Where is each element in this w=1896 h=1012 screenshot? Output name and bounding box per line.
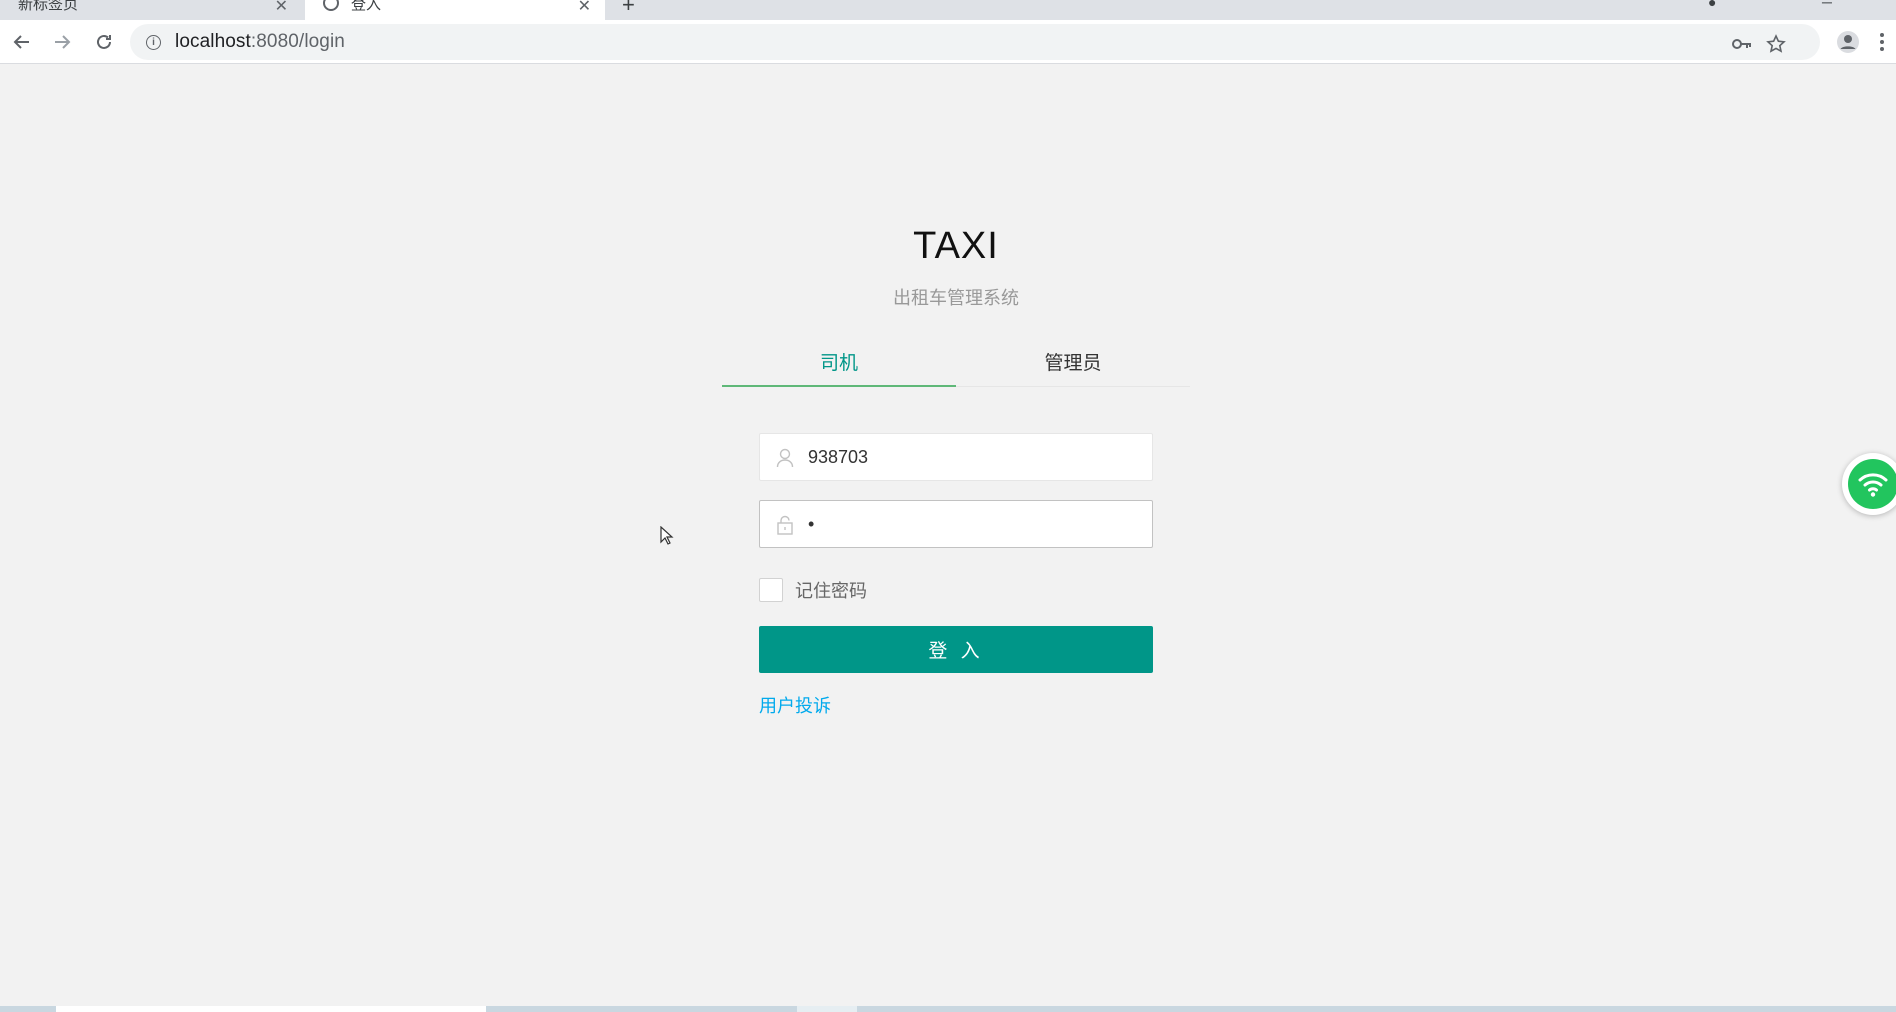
profile-icon	[1837, 31, 1859, 53]
browser-tabstrip: 新标签页 ✕ 登入 ✕ + ● ─	[0, 0, 1896, 20]
new-tab-button[interactable]: +	[622, 0, 635, 18]
close-icon[interactable]: ✕	[578, 0, 591, 16]
password-field[interactable]	[759, 500, 1153, 548]
star-icon[interactable]	[1764, 32, 1788, 56]
remember-password[interactable]: 记住密码	[759, 577, 867, 603]
browser-toolbar: i localhost:8080/login	[0, 20, 1896, 64]
login-page: TAXI 出租车管理系统 司机 管理员 记住密码 登 入 用户投诉	[0, 65, 1896, 1012]
arrow-left-icon	[13, 35, 29, 49]
browser-tab-new[interactable]: 新标签页 ✕	[0, 0, 302, 20]
minimize-icon[interactable]: ─	[1822, 0, 1832, 10]
url-host: localhost	[175, 31, 251, 52]
arrow-right-icon	[55, 35, 71, 49]
browser-menu-button[interactable]	[1868, 28, 1896, 56]
password-input[interactable]	[808, 501, 1142, 547]
browser-tab-login[interactable]: 登入 ✕	[305, 0, 605, 20]
username-input[interactable]	[808, 434, 1142, 480]
page-subtitle: 出租车管理系统	[893, 288, 1019, 308]
browser-tab-title: 登入	[351, 0, 382, 13]
floating-wifi-button[interactable]	[1842, 453, 1896, 515]
url-path: :8080/login	[250, 31, 345, 52]
key-icon[interactable]	[1730, 32, 1754, 56]
taskbar-segment	[56, 1006, 486, 1012]
remember-checkbox[interactable]	[759, 578, 783, 602]
browser-tab-title: 新标签页	[18, 0, 79, 13]
login-button[interactable]: 登 入	[759, 626, 1153, 673]
reload-icon	[97, 34, 111, 49]
remember-label[interactable]: 记住密码	[795, 577, 867, 603]
taskbar-segment	[797, 1006, 857, 1012]
username-field[interactable]	[759, 433, 1153, 481]
kebab-menu-icon	[1880, 33, 1884, 51]
mouse-pointer-icon	[660, 526, 674, 545]
back-button[interactable]	[8, 28, 36, 56]
account-icon[interactable]: ●	[1708, 0, 1716, 10]
user-icon	[776, 448, 794, 468]
wifi-icon	[1848, 459, 1896, 509]
user-complaint-link[interactable]: 用户投诉	[759, 692, 831, 718]
info-icon[interactable]: i	[146, 34, 161, 50]
reload-button[interactable]	[90, 28, 118, 56]
address-bar[interactable]: i localhost:8080/login	[130, 24, 1820, 60]
active-tab-indicator	[722, 385, 956, 387]
forward-button[interactable]	[48, 28, 76, 56]
close-icon[interactable]: ✕	[275, 0, 288, 16]
lock-icon	[777, 515, 793, 535]
tab-driver[interactable]: 司机	[722, 335, 956, 387]
tab-admin[interactable]: 管理员	[956, 335, 1190, 387]
login-tabs: 司机 管理员	[722, 335, 1190, 387]
globe-icon	[323, 0, 339, 11]
page-title: TAXI	[913, 225, 999, 267]
url-text[interactable]: localhost:8080/login	[175, 31, 345, 53]
taskbar-strip	[0, 1006, 1896, 1012]
profile-button[interactable]	[1834, 28, 1862, 56]
